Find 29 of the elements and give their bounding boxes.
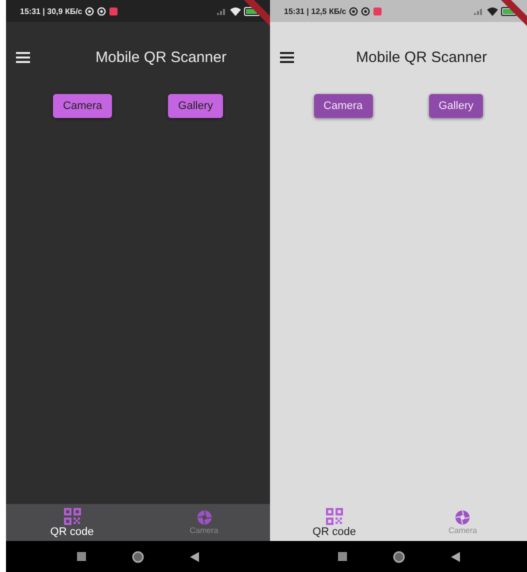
nav-tab[interactable]: Camera: [398, 504, 527, 541]
qr-code-icon: [64, 508, 80, 524]
nav-tab[interactable]: Camera: [138, 504, 270, 541]
menu-button[interactable]: [14, 50, 32, 64]
action-button[interactable]: Camera: [314, 94, 373, 118]
aperture-icon: [196, 510, 212, 525]
action-button[interactable]: Gallery: [168, 94, 223, 118]
qr-code-icon: [326, 508, 343, 524]
nav-tab[interactable]: QR code: [270, 504, 398, 541]
app-notification-icon: [109, 6, 118, 16]
signal-icon: [474, 7, 484, 15]
nav-tab[interactable]: QR code: [6, 504, 138, 541]
wifi-icon: [487, 6, 498, 16]
app-title: Mobile QR Scanner: [355, 48, 488, 66]
aperture-icon: [455, 510, 470, 525]
app-title: Mobile QR Scanner: [94, 48, 228, 66]
menu-button[interactable]: [278, 50, 296, 64]
back-button-icon[interactable]: [190, 552, 199, 562]
action-button[interactable]: Gallery: [428, 94, 484, 118]
signal-icon: [217, 7, 227, 15]
status-text: 15:31 | 12,5 КБ/с: [284, 6, 346, 16]
app-notification-icon: [373, 6, 382, 16]
recents-button-icon[interactable]: [338, 552, 346, 561]
status-text: 15:31 | 30,9 КБ/с: [20, 6, 82, 16]
home-button-icon[interactable]: [132, 550, 144, 562]
wifi-icon: [230, 6, 241, 16]
action-button[interactable]: Camera: [53, 94, 112, 118]
home-button-icon[interactable]: [392, 550, 404, 562]
back-button-icon[interactable]: [450, 552, 460, 562]
